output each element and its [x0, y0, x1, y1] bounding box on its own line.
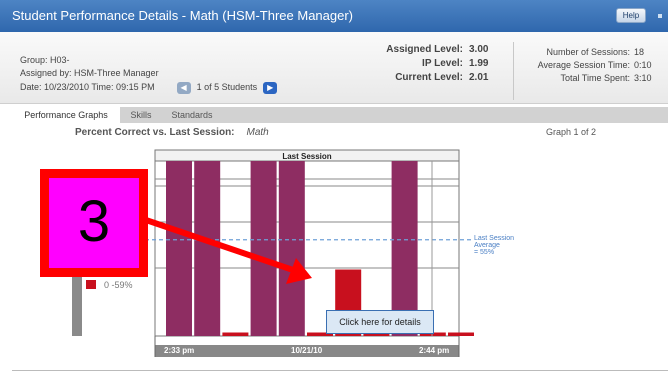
average-label-line: Last Session	[474, 235, 515, 242]
chart-bar[interactable]	[250, 161, 277, 336]
chart-bar[interactable]	[166, 161, 192, 336]
footer-divider	[12, 370, 668, 371]
chart-bar[interactable]	[448, 332, 474, 337]
average-label-line: Average	[474, 242, 500, 249]
chart-bar[interactable]	[222, 332, 249, 337]
x-axis-label: 10/21/10	[291, 346, 323, 355]
chart-title: Last Session	[282, 152, 331, 161]
x-end-label: 2:44 pm	[419, 346, 450, 355]
x-start-label: 2:33 pm	[164, 346, 195, 355]
annotation-marker: 3	[40, 169, 148, 277]
legend-label: 0 -59%	[104, 280, 133, 290]
chart-bar[interactable]	[194, 161, 221, 336]
average-label: Last Session Average = 55%	[474, 235, 514, 256]
details-tooltip[interactable]: Click here for details	[326, 310, 434, 334]
average-label-line: = 55%	[474, 249, 495, 256]
chart-bar[interactable]	[278, 161, 305, 336]
legend-swatch	[86, 280, 96, 289]
